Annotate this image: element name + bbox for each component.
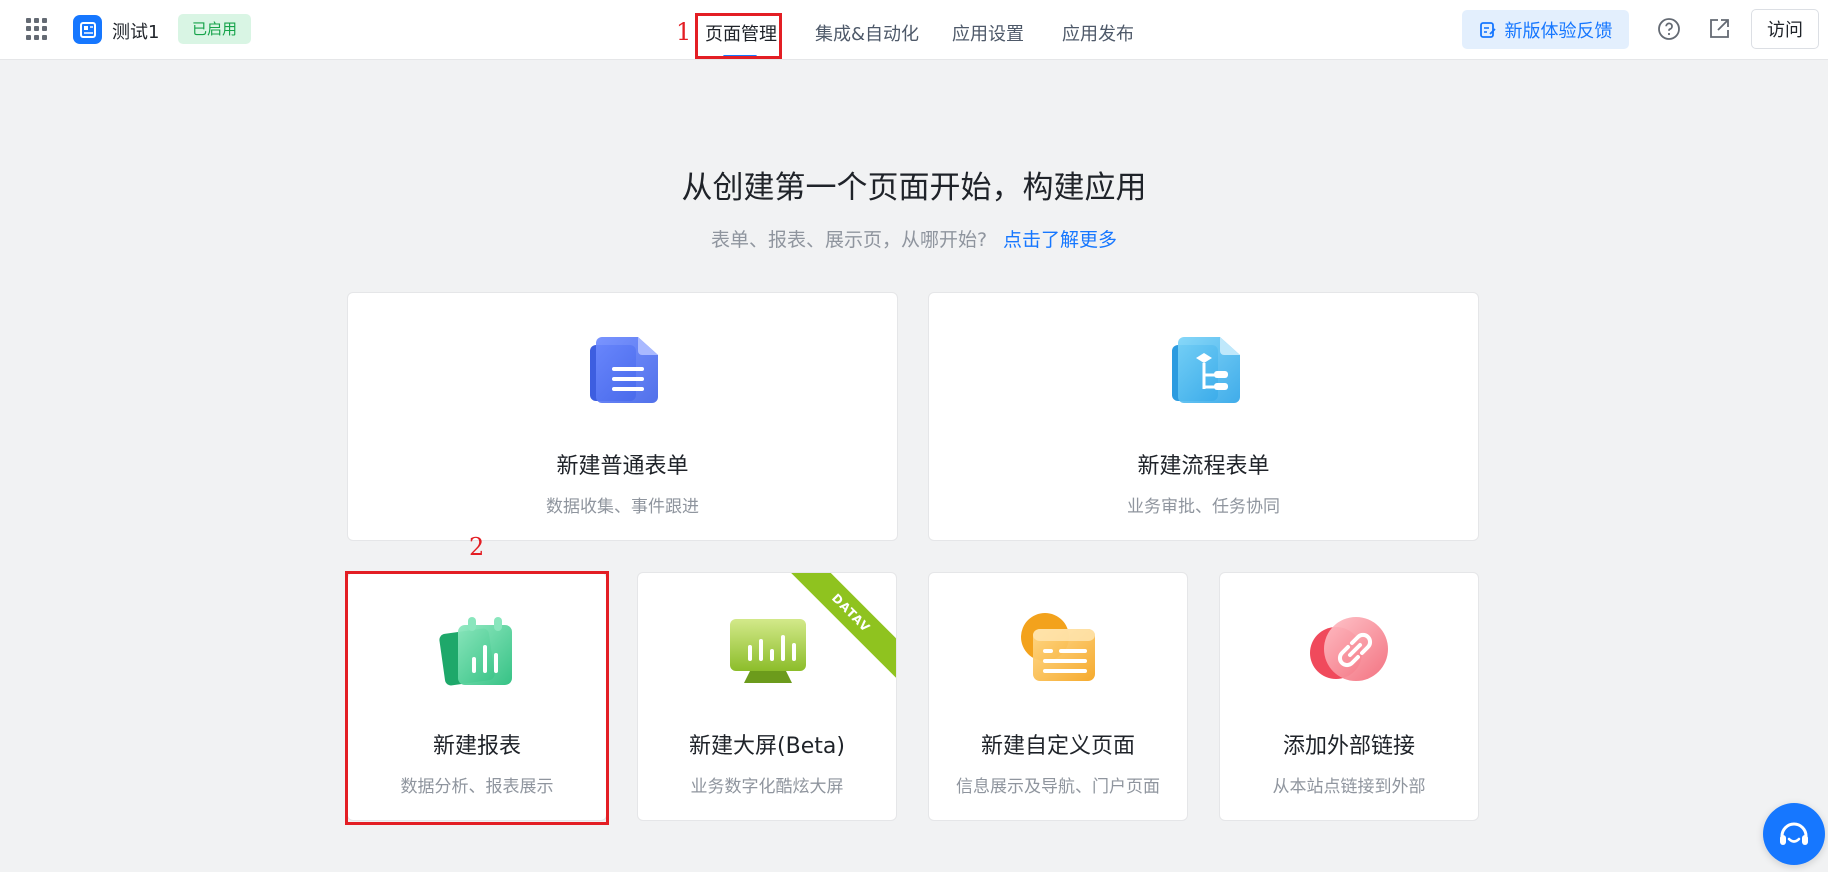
- help-icon[interactable]: [1657, 17, 1681, 41]
- annotation-number-2: 2: [469, 533, 485, 561]
- page-subtitle: 表单、报表、展示页，从哪开始? 点击了解更多: [0, 225, 1828, 252]
- form-icon: [590, 337, 658, 403]
- subtitle-text: 表单、报表、展示页，从哪开始?: [710, 229, 988, 251]
- process-form-icon: [1172, 337, 1240, 403]
- card-desc: 业务数字化酷炫大屏: [690, 777, 844, 797]
- create-dashboard-screen-card[interactable]: DATAV 新建大屏(Beta) 业务数字化酷炫大屏: [637, 572, 897, 821]
- dashboard-screen-icon: [730, 619, 806, 683]
- card-title: 新建报表: [432, 734, 521, 759]
- card-desc: 从本站点链接到外部: [1272, 777, 1426, 797]
- app-name[interactable]: 测试1: [112, 18, 159, 44]
- add-external-link-card[interactable]: 添加外部链接 从本站点链接到外部: [1219, 572, 1479, 821]
- card-title: 新建流程表单: [1137, 454, 1270, 479]
- tab-page-management[interactable]: 页面管理: [705, 20, 777, 46]
- custom-page-icon: [1021, 613, 1095, 681]
- app-grid-icon[interactable]: [26, 18, 48, 40]
- top-bar: 测试1 已启用 页面管理 集成&自动化 应用设置 应用发布 新版体验反馈 访问: [0, 0, 1828, 60]
- report-icon: [439, 617, 512, 686]
- learn-more-link[interactable]: 点击了解更多: [1003, 229, 1117, 251]
- status-badge: 已启用: [178, 14, 252, 44]
- card-title: 添加外部链接: [1282, 734, 1415, 759]
- page-title: 从创建第一个页面开始，构建应用: [681, 170, 1147, 206]
- card-desc: 信息展示及导航、门户页面: [956, 777, 1160, 797]
- create-custom-page-card[interactable]: 新建自定义页面 信息展示及导航、门户页面: [928, 572, 1188, 821]
- card-title: 新建自定义页面: [980, 734, 1135, 759]
- external-open-icon[interactable]: [1707, 17, 1731, 41]
- create-form-card[interactable]: 新建普通表单 数据收集、事件跟进: [347, 292, 898, 541]
- card-title: 新建大屏(Beta): [689, 734, 845, 759]
- customer-service-button[interactable]: [1763, 803, 1825, 865]
- edit-icon: [1479, 21, 1496, 38]
- create-process-form-card[interactable]: 新建流程表单 业务审批、任务协同: [928, 292, 1479, 541]
- card-desc: 数据收集、事件跟进: [546, 497, 699, 517]
- headset-icon: [1780, 822, 1808, 845]
- link-icon: [1310, 617, 1388, 681]
- feedback-button[interactable]: 新版体验反馈: [1462, 10, 1629, 49]
- card-desc: 数据分析、报表展示: [400, 777, 554, 797]
- create-report-card[interactable]: 新建报表 数据分析、报表展示: [347, 572, 607, 821]
- visit-button[interactable]: 访问: [1751, 9, 1819, 49]
- tab-integration-automation[interactable]: 集成&自动化: [815, 20, 919, 46]
- tab-app-publish[interactable]: 应用发布: [1062, 20, 1134, 46]
- active-tab-indicator: [723, 55, 757, 58]
- app-logo-icon: [73, 15, 102, 44]
- tab-app-settings[interactable]: 应用设置: [952, 20, 1024, 46]
- card-title: 新建普通表单: [556, 454, 689, 479]
- feedback-label: 新版体验反馈: [1504, 20, 1613, 42]
- card-desc: 业务审批、任务协同: [1127, 497, 1280, 517]
- annotation-number-1: 1: [676, 18, 692, 46]
